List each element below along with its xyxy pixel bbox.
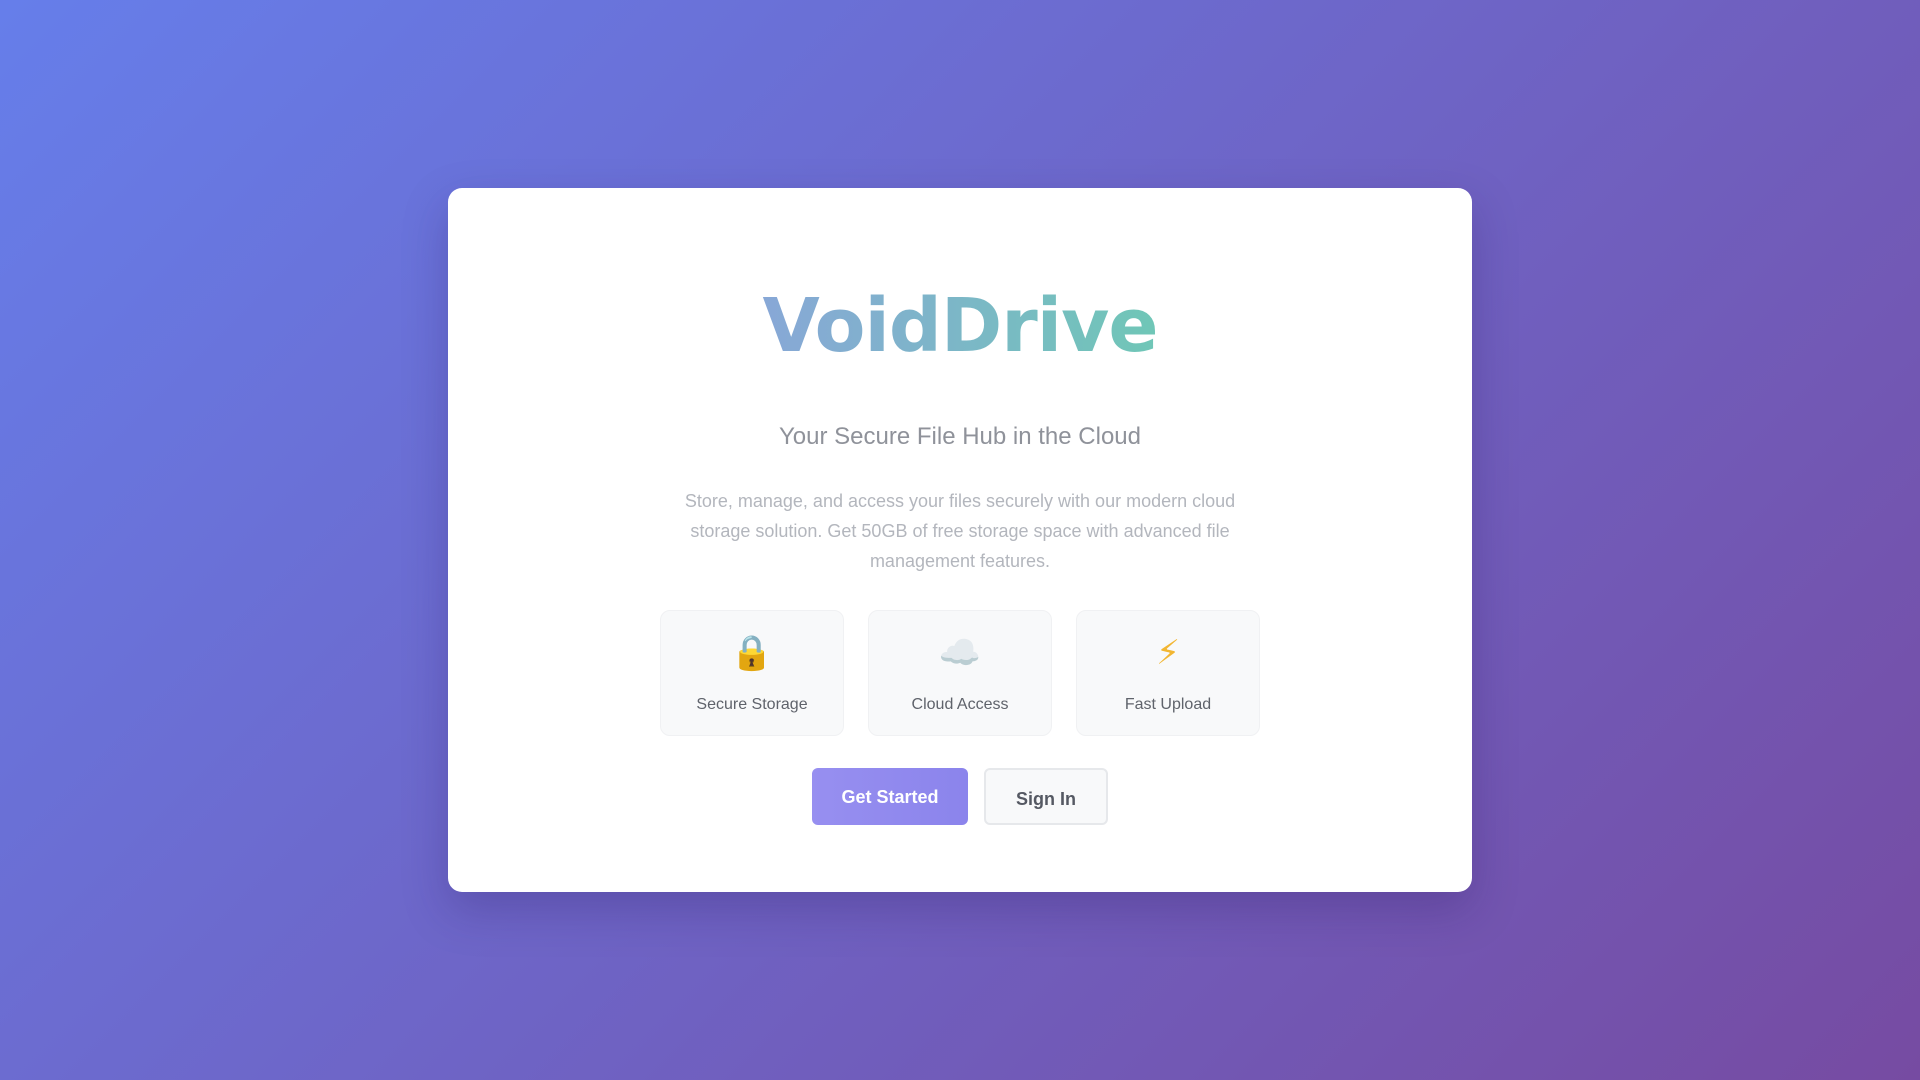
tagline: Your Secure File Hub in the Cloud xyxy=(779,423,1141,450)
sign-in-button[interactable]: Sign In xyxy=(984,768,1108,825)
feature-fast-upload: ⚡ Fast Upload xyxy=(1076,610,1260,736)
feature-cloud-access: ☁️ Cloud Access xyxy=(868,610,1052,736)
description: Store, manage, and access your files sec… xyxy=(684,491,1236,571)
action-buttons: Get Started Sign In xyxy=(448,768,1472,826)
lock-icon: 🔒 xyxy=(730,634,774,672)
feature-label: Fast Upload xyxy=(1124,696,1212,713)
cloud-icon: ☁️ xyxy=(938,634,982,672)
get-started-button[interactable]: Get Started xyxy=(812,768,968,825)
feature-label: Cloud Access xyxy=(911,696,1009,713)
brand-logo: VoidDrive xyxy=(448,284,1472,368)
welcome-card: VoidDrive Your Secure File Hub in the Cl… xyxy=(448,188,1472,892)
feature-secure-storage: 🔒 Secure Storage xyxy=(660,610,844,736)
lightning-icon: ⚡ xyxy=(1156,634,1180,672)
feature-label: Secure Storage xyxy=(696,696,808,713)
feature-list: 🔒 Secure Storage ☁️ Cloud Access ⚡ Fast … xyxy=(660,610,1260,738)
